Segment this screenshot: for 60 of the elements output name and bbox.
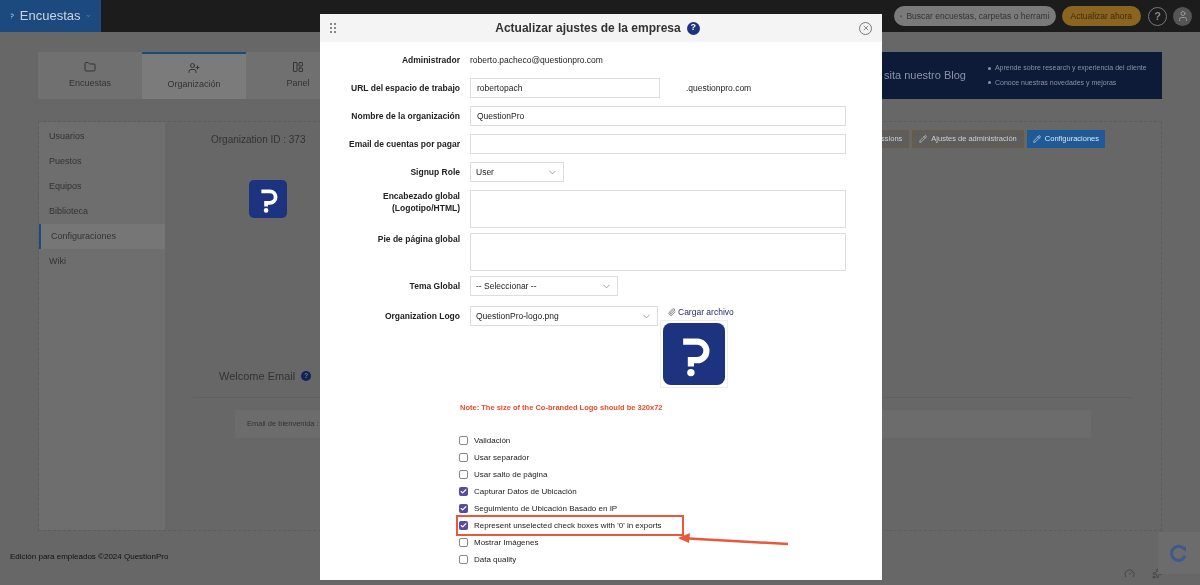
bullet-icon (987, 66, 991, 70)
add-user-icon (188, 61, 200, 74)
checkbox-label: Mostrar Imágenes (474, 536, 539, 549)
sparkle-icon (1152, 568, 1163, 579)
checkbox[interactable] (459, 538, 468, 548)
checkbox-label: Seguimiento de Ubicación Basado en IP (474, 502, 618, 515)
close-icon (861, 24, 870, 32)
panel-icon (292, 60, 304, 73)
field-label: Email de cuentas por pagar (348, 138, 460, 150)
checkbox[interactable] (459, 521, 468, 531)
product-menu[interactable]: Encuestas (0, 0, 101, 32)
drag-handle-icon (330, 23, 336, 33)
field-label: Organization Logo (383, 309, 460, 323)
help-icon: ? (686, 21, 700, 35)
field-label: Nombre de la organización (350, 110, 460, 122)
checkbox[interactable] (459, 453, 468, 463)
pencil-icon (919, 135, 928, 143)
refresh-icon (1169, 543, 1189, 563)
field-label: URL del espacio de trabajo (350, 82, 460, 94)
field-label: Pie de página global (376, 233, 460, 245)
paperclip-icon (668, 308, 676, 317)
checkbox-label: Capturar Datos de Ubicación (474, 485, 577, 498)
checkbox-label: Validación (474, 434, 511, 447)
input-field[interactable] (470, 134, 846, 154)
sidebar-item[interactable]: Configuraciones (39, 224, 165, 249)
dialog-title: Actualizar ajustes de la empresa (495, 20, 681, 37)
checkbox[interactable] (459, 487, 468, 497)
banner-title: sita nuestro Blog (884, 68, 966, 84)
bullet-icon (987, 81, 991, 85)
domain-suffix: .questionpro.com (686, 81, 752, 95)
upload-link[interactable]: Cargar archivo (668, 306, 734, 319)
organization-logo (249, 180, 287, 218)
field-label: Signup Role (409, 166, 460, 178)
field-value: roberto.pacheco@questionpro.com (470, 53, 603, 67)
checkbox-label: Represent unselected check boxes with '0' in exports (474, 519, 662, 532)
checkbox-label: Usar salto de página (474, 468, 548, 481)
checkbox[interactable] (459, 504, 468, 514)
footer-text: Edición para empleados ©2024 QuestionPro (10, 551, 169, 563)
nav-tab[interactable]: Encuestas (38, 52, 142, 99)
nav-tab[interactable]: Organización (142, 52, 246, 99)
field-label: Encabezado global (Logotipo/HTML) (382, 190, 460, 214)
input-field[interactable]: QuestionPro (470, 106, 846, 126)
folder-icon (84, 60, 96, 73)
field-label: Administrador (400, 54, 460, 66)
select-field[interactable]: User (470, 162, 564, 182)
avatar[interactable] (1173, 6, 1192, 26)
upgrade-button[interactable]: Actualizar ahora (1061, 6, 1141, 26)
checkbox[interactable] (459, 470, 468, 480)
field-label: Tema Global (408, 280, 460, 292)
sidebar-item[interactable]: Wiki (39, 249, 165, 274)
checkbox-label: Data quality (474, 553, 517, 566)
select-field[interactable]: QuestionPro-logo.png (470, 306, 658, 326)
pencil-icon (1032, 135, 1041, 143)
select-field[interactable]: -- Seleccionar -- (470, 276, 618, 296)
input-field[interactable]: robertopach (470, 78, 660, 98)
checkbox[interactable] (459, 436, 468, 446)
checkbox-label: Usar separador (474, 451, 530, 464)
checkbox[interactable] (459, 555, 468, 565)
nav-tab[interactable]: Panel (246, 52, 350, 99)
gauge-icon (1124, 568, 1135, 579)
